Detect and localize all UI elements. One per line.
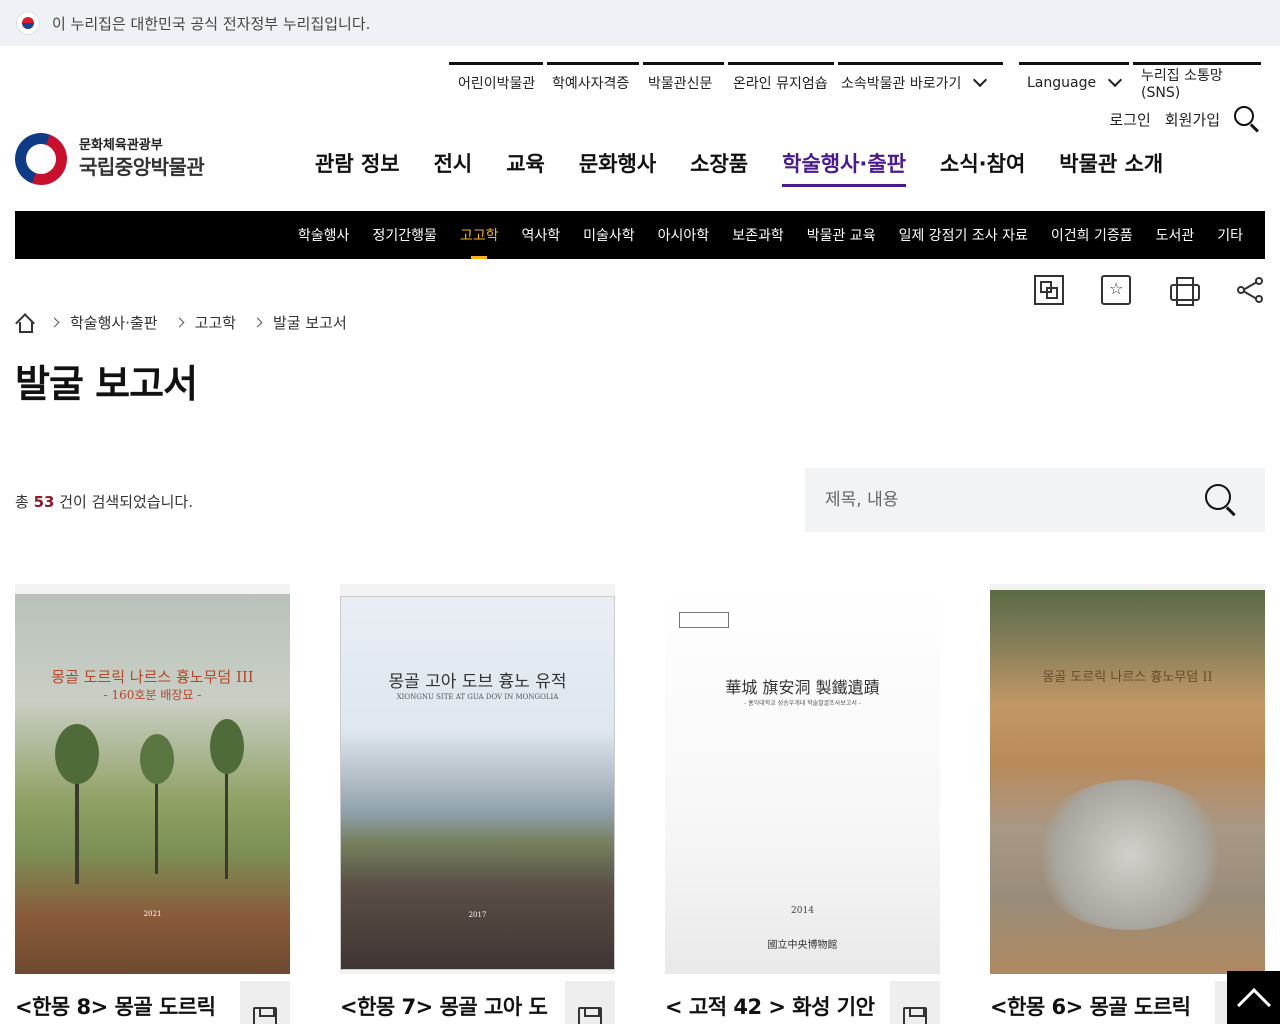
chevron-right-icon xyxy=(252,317,263,328)
report-list: 몽골 도르릭 나르스 흉노무덤 III - 160호분 배장묘 - 2021 <… xyxy=(15,584,1265,1024)
korea-flag-icon xyxy=(16,11,40,35)
cover-subtitle: - 홍익대학교 성승우개대 학술발굴조사보고서 - xyxy=(744,700,861,707)
util-link-online-shop[interactable]: 온라인 뮤지엄숍 xyxy=(728,62,834,100)
report-title[interactable]: < 고적 42 > 화성 기안 xyxy=(665,991,890,1021)
report-card[interactable]: 華城 旗安洞 製鐵遺蹟 - 홍익대학교 성승우개대 학술발굴조사보고서 - 20… xyxy=(665,584,940,1024)
chevron-right-icon xyxy=(174,317,185,328)
bookmark-star-icon[interactable] xyxy=(1101,275,1131,305)
cover-title: 華城 旗安洞 製鐵遺蹟 xyxy=(725,678,880,697)
save-disk-icon xyxy=(903,1007,927,1024)
logo-name: 국립중앙박물관 xyxy=(79,155,205,179)
logo-emblem-icon xyxy=(7,125,75,193)
util-link-children-museum[interactable]: 어린이박물관 xyxy=(449,62,543,100)
language-select[interactable]: Language xyxy=(1019,62,1129,100)
share-icon[interactable] xyxy=(1235,275,1265,305)
search-icon[interactable] xyxy=(1205,484,1237,516)
report-cover[interactable]: 華城 旗安洞 製鐵遺蹟 - 홍익대학교 성승우개대 학술발굴조사보고서 - 20… xyxy=(665,584,940,974)
util-link-curator-license[interactable]: 학예사자격증 xyxy=(547,62,639,100)
home-icon[interactable] xyxy=(15,314,33,333)
cover-year: 2014 xyxy=(791,906,814,916)
sub-nav-symposium[interactable]: 학술행사 xyxy=(298,211,350,259)
report-card[interactable]: 몽골 고아 도브 흉노 유적 XIONGNU SITE AT GUA DOV I… xyxy=(340,584,615,1024)
sub-nav-museum-education[interactable]: 박물관 교육 xyxy=(807,211,876,259)
main-nav: 관람 정보 전시 교육 문화행사 소장품 학술행사·출판 소식·참여 박물관 소… xyxy=(315,148,1163,187)
utility-nav: 어린이박물관 학예사자격증 박물관신문 온라인 뮤지엄숍 소속박물관 바로가기 xyxy=(449,62,1003,102)
chevron-down-icon xyxy=(973,72,988,88)
download-button[interactable] xyxy=(565,981,615,1024)
download-button[interactable] xyxy=(890,981,940,1024)
sub-nav: 학술행사 정기간행물 고고학 역사학 미술사학 아시아학 보존과학 박물관 교육… xyxy=(15,211,1265,259)
sub-nav-archaeology[interactable]: 고고학 xyxy=(460,211,498,259)
report-cover[interactable]: 몽골 도르릭 나르스 흉노무덤 III - 160호분 배장묘 - 2021 xyxy=(15,584,290,974)
print-icon[interactable] xyxy=(1168,275,1200,306)
chevron-right-icon xyxy=(49,317,60,328)
cover-subtitle: - 160호분 배장묘 - xyxy=(103,688,202,702)
sub-nav-lee-kunhee[interactable]: 이건희 기증품 xyxy=(1051,211,1133,259)
main-nav-about[interactable]: 박물관 소개 xyxy=(1059,148,1163,187)
sub-nav-conservation[interactable]: 보존과학 xyxy=(732,211,784,259)
cover-title: 몽골 도르릭 나르스 흉노무덤 III xyxy=(51,668,254,686)
main-nav-events[interactable]: 문화행사 xyxy=(579,148,656,187)
signup-link[interactable]: 회원가입 xyxy=(1165,109,1220,130)
logo-ministry: 문화체육관광부 xyxy=(79,138,163,153)
cover-title: 몽골 도르릭 나르스 흉노무덤 II xyxy=(1042,670,1213,685)
login-link[interactable]: 로그인 xyxy=(1109,109,1150,130)
gov-banner: 이 누리집은 대한민국 공식 전자정부 누리집입니다. xyxy=(0,0,1280,46)
main-nav-education[interactable]: 교육 xyxy=(506,148,545,187)
search-box xyxy=(805,468,1265,532)
result-count-number: 53 xyxy=(33,493,55,511)
report-title[interactable]: <한몽 6> 몽골 도르릭 xyxy=(990,991,1215,1021)
report-cover[interactable]: 몽골 도르릭 나르스 흉노무덤 II xyxy=(990,584,1265,974)
account-links: 로그인 회원가입 xyxy=(1109,106,1260,133)
cover-publisher: 國立中央博物館 xyxy=(767,940,838,951)
sub-nav-etc[interactable]: 기타 xyxy=(1217,211,1243,259)
report-title[interactable]: <한몽 7> 몽골 고아 도 xyxy=(340,991,565,1021)
main-nav-news[interactable]: 소식·참여 xyxy=(940,148,1025,187)
report-cover[interactable]: 몽골 고아 도브 흉노 유적 XIONGNU SITE AT GUA DOV I… xyxy=(340,584,615,974)
main-nav-exhibition[interactable]: 전시 xyxy=(434,148,473,187)
site-logo[interactable]: 문화체육관광부 국립중앙박물관 xyxy=(7,125,205,193)
util-link-sns[interactable]: 누리집 소통망(SNS) xyxy=(1133,62,1261,101)
util-link-affiliated-museums[interactable]: 소속박물관 바로가기 xyxy=(838,62,1003,100)
main-nav-research[interactable]: 학술행사·출판 xyxy=(782,148,907,187)
breadcrumb-item[interactable]: 학술행사·출판 xyxy=(70,312,158,333)
util-link-newspaper[interactable]: 박물관신문 xyxy=(643,62,724,100)
save-disk-icon xyxy=(578,1007,602,1024)
utility-nav-right: Language 누리집 소통망(SNS) xyxy=(1019,62,1261,102)
breadcrumb-current: 발굴 보고서 xyxy=(272,314,347,332)
save-disk-icon xyxy=(253,1007,277,1024)
breadcrumb-item[interactable]: 고고학 xyxy=(195,312,236,333)
cover-year: 2017 xyxy=(468,911,487,919)
sub-nav-periodicals[interactable]: 정기간행물 xyxy=(372,211,436,259)
sub-nav-art-history[interactable]: 미술사학 xyxy=(583,211,635,259)
sub-nav-library[interactable]: 도서관 xyxy=(1156,211,1195,259)
report-title[interactable]: <한몽 8> 몽골 도르릭 xyxy=(15,991,240,1021)
qr-code-icon[interactable] xyxy=(1034,275,1064,305)
arrow-up-icon xyxy=(1236,987,1271,1022)
page-title: 발굴 보고서 xyxy=(15,362,198,406)
main-nav-visit[interactable]: 관람 정보 xyxy=(315,148,400,187)
download-button[interactable] xyxy=(240,981,290,1024)
breadcrumb: 학술행사·출판 고고학 발굴 보고서 xyxy=(15,312,347,333)
sub-nav-asian-studies[interactable]: 아시아학 xyxy=(658,211,710,259)
search-icon[interactable] xyxy=(1234,106,1260,133)
cover-year: 2021 xyxy=(143,910,162,918)
sub-nav-colonial-survey[interactable]: 일제 강점기 조사 자료 xyxy=(899,211,1028,259)
report-card[interactable]: 몽골 도르릭 나르스 흉노무덤 III - 160호분 배장묘 - 2021 <… xyxy=(15,584,290,1024)
main-nav-collection[interactable]: 소장품 xyxy=(690,148,748,187)
sub-nav-history[interactable]: 역사학 xyxy=(521,211,560,259)
back-to-top-button[interactable] xyxy=(1227,971,1280,1024)
report-card[interactable]: 몽골 도르릭 나르스 흉노무덤 II <한몽 6> 몽골 도르릭 xyxy=(990,584,1265,1024)
search-input[interactable] xyxy=(805,468,1185,532)
gov-banner-text: 이 누리집은 대한민국 공식 전자정부 누리집입니다. xyxy=(52,14,371,33)
chevron-down-icon xyxy=(1108,72,1123,88)
cover-title: 몽골 고아 도브 흉노 유적 xyxy=(388,672,567,692)
result-count: 총 53 건이 검색되었습니다. xyxy=(15,493,193,511)
cover-subtitle: XIONGNU SITE AT GUA DOV IN MONGOLIA xyxy=(396,693,559,701)
page-tools xyxy=(997,275,1265,306)
